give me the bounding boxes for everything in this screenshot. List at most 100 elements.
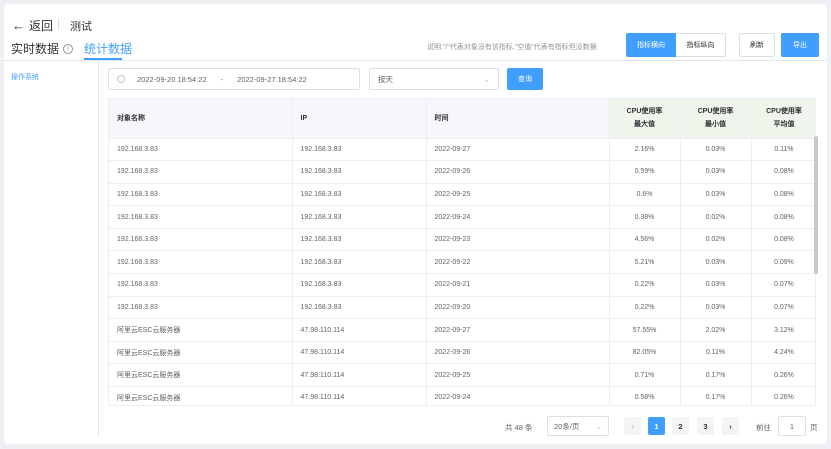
- cell-ip: 192.168.3.83: [292, 183, 427, 207]
- column-header-cpu-min-line1: CPU使用率: [697, 108, 734, 116]
- cell-ip: 47.98.110.114: [292, 386, 427, 405]
- cell-cpu-avg: 0.08%: [751, 205, 815, 229]
- chevron-down-icon: ⌄: [595, 421, 602, 431]
- tab-statistics-data[interactable]: 统计数据: [84, 40, 132, 57]
- cell-cpu-avg: 3.12%: [751, 318, 815, 342]
- cell-cpu-max: 0.38%: [609, 205, 681, 229]
- goto-label: 前往: [756, 423, 771, 432]
- next-page-button[interactable]: ›: [722, 417, 739, 435]
- granularity-value: 按天: [378, 74, 393, 84]
- title-divider: [58, 18, 59, 30]
- cell-cpu-avg: 0.26%: [751, 363, 815, 388]
- tabs-divider: [4, 60, 827, 61]
- page-button-1[interactable]: 1: [648, 417, 665, 435]
- cell-name: 192.168.3.83: [109, 205, 293, 229]
- cell-time: 2022-09-27: [426, 318, 610, 342]
- cell-name: 192.168.3.83: [109, 183, 293, 207]
- tab-realtime-data[interactable]: 实时数据 i: [11, 40, 74, 57]
- cell-name: 192.168.3.83: [109, 250, 293, 275]
- cell-name: 阿里云ESC云服务器: [109, 363, 293, 388]
- back-button[interactable]: ← 返回: [12, 17, 53, 34]
- table-row: 192.168.3.83 192.168.3.83 2022-09-24 0.38% 0…: [109, 205, 815, 229]
- cell-ip: 192.168.3.83: [292, 228, 427, 252]
- cell-name: 阿里云ESC云服务器: [109, 318, 293, 342]
- date-end[interactable]: 2022-09-27 18:54:22: [237, 75, 307, 84]
- column-header-time: 时间: [426, 99, 610, 139]
- cell-cpu-min: 0.03%: [680, 138, 752, 162]
- export-button[interactable]: 导出: [781, 33, 819, 57]
- cell-cpu-min: 2.02%: [680, 318, 752, 342]
- table-row: 阿里云ESC云服务器 47.98.110.114 2022-09-25 0.71% 0.…: [109, 363, 815, 388]
- cell-time: 2022-09-24: [426, 386, 610, 405]
- column-header-cpu-avg-line2: 平均值: [773, 121, 795, 129]
- legend-note: 说明:"/"代表对象没有该指标,"空值"代表有指标但没数据: [427, 44, 597, 51]
- cell-cpu-max: 0.22%: [609, 273, 681, 297]
- page-size-value: 20条/页: [554, 421, 580, 431]
- cell-name: 阿里云ESC云服务器: [109, 341, 293, 365]
- sidebar-item-os[interactable]: 操作系统: [11, 72, 39, 82]
- cell-ip: 192.168.3.83: [292, 273, 427, 297]
- cell-cpu-max: 0.22%: [609, 296, 681, 320]
- refresh-button[interactable]: 刷新: [739, 33, 775, 57]
- cell-cpu-min: 0.03%: [680, 183, 752, 207]
- column-header-cpu-avg-line1: CPU使用率: [766, 108, 802, 116]
- cell-cpu-min: 0.03%: [680, 160, 752, 184]
- tab-realtime-label: 实时数据: [11, 42, 60, 56]
- cell-name: 192.168.3.83: [109, 273, 293, 297]
- column-header-cpu-min: CPU使用率 最小值: [680, 99, 752, 139]
- cell-time: 2022-09-25: [426, 363, 610, 388]
- clock-icon: [117, 75, 125, 83]
- cell-ip: 47.98.110.114: [292, 363, 427, 388]
- table-row: 阿里云ESC云服务器 47.98.110.114 2022-09-27 57.55% 2…: [109, 318, 815, 342]
- cell-name: 192.168.3.83: [109, 138, 293, 162]
- goto-page-input[interactable]: [778, 416, 806, 436]
- cell-cpu-max: 82.05%: [609, 341, 681, 365]
- metric-horizontal-toggle[interactable]: 指标横向: [626, 33, 676, 57]
- table-row: 阿里云ESC云服务器 47.98.110.114 2022-09-24 0.58% 0.…: [109, 386, 815, 405]
- table-row: 192.168.3.83 192.168.3.83 2022-09-25 0.6% 0.…: [109, 183, 815, 207]
- cell-cpu-min: 0.02%: [680, 205, 752, 229]
- cell-ip: 47.98.110.114: [292, 318, 427, 342]
- cell-time: 2022-09-25: [426, 183, 610, 207]
- cell-cpu-max: 2.16%: [609, 138, 681, 162]
- cell-cpu-max: 0.71%: [609, 363, 681, 388]
- page-button-2[interactable]: 2: [672, 417, 689, 435]
- table-scrollbar[interactable]: [814, 136, 818, 274]
- prev-page-button[interactable]: ‹: [624, 417, 641, 435]
- goto-suffix: 页: [810, 423, 818, 432]
- metric-vertical-toggle[interactable]: 指标纵向: [676, 33, 726, 57]
- arrow-left-icon: ←: [12, 18, 25, 33]
- cell-cpu-avg: 0.09%: [751, 250, 815, 275]
- cell-cpu-max: 0.58%: [609, 386, 681, 405]
- cell-cpu-max: 57.55%: [609, 318, 681, 342]
- cell-name: 192.168.3.83: [109, 228, 293, 252]
- cell-cpu-max: 0.6%: [609, 183, 681, 207]
- cell-name: 阿里云ESC云服务器: [109, 386, 293, 405]
- cell-cpu-avg: 0.08%: [751, 183, 815, 207]
- date-start[interactable]: 2022-09-20 18:54:22: [137, 75, 207, 84]
- page-button-3[interactable]: 3: [697, 417, 714, 435]
- back-label: 返回: [29, 19, 54, 33]
- cell-cpu-avg: 0.08%: [751, 160, 815, 184]
- cell-cpu-min: 0.02%: [680, 228, 752, 252]
- query-button[interactable]: 查询: [507, 68, 543, 90]
- cell-ip: 192.168.3.83: [292, 250, 427, 275]
- sidebar-divider: [98, 61, 99, 437]
- cell-cpu-avg: 0.08%: [751, 228, 815, 252]
- cell-cpu-min: 0.03%: [680, 250, 752, 275]
- page-size-select[interactable]: 20条/页 ⌄: [547, 416, 609, 436]
- cell-cpu-max: 0.59%: [609, 160, 681, 184]
- cell-cpu-max: 5.21%: [609, 250, 681, 275]
- cell-cpu-avg: 0.26%: [751, 386, 815, 405]
- chevron-down-icon: ⌄: [483, 74, 490, 84]
- date-range-picker[interactable]: 2022-09-20 18:54:22 - 2022-09-27 18:54:2…: [108, 68, 360, 90]
- table-row: 阿里云ESC云服务器 47.98.110.114 2022-09-26 82.05% 0…: [109, 341, 815, 365]
- table-row: 192.168.3.83 192.168.3.83 2022-09-21 0.22% 0…: [109, 273, 815, 297]
- cell-cpu-avg: 0.07%: [751, 296, 815, 320]
- table-row: 192.168.3.83 192.168.3.83 2022-09-23 4.56% 0…: [109, 228, 815, 252]
- granularity-select[interactable]: 按天 ⌄: [369, 68, 499, 90]
- info-icon[interactable]: i: [63, 43, 74, 54]
- cell-name: 192.168.3.83: [109, 160, 293, 184]
- cell-time: 2022-09-26: [426, 341, 610, 365]
- cell-time: 2022-09-24: [426, 205, 610, 229]
